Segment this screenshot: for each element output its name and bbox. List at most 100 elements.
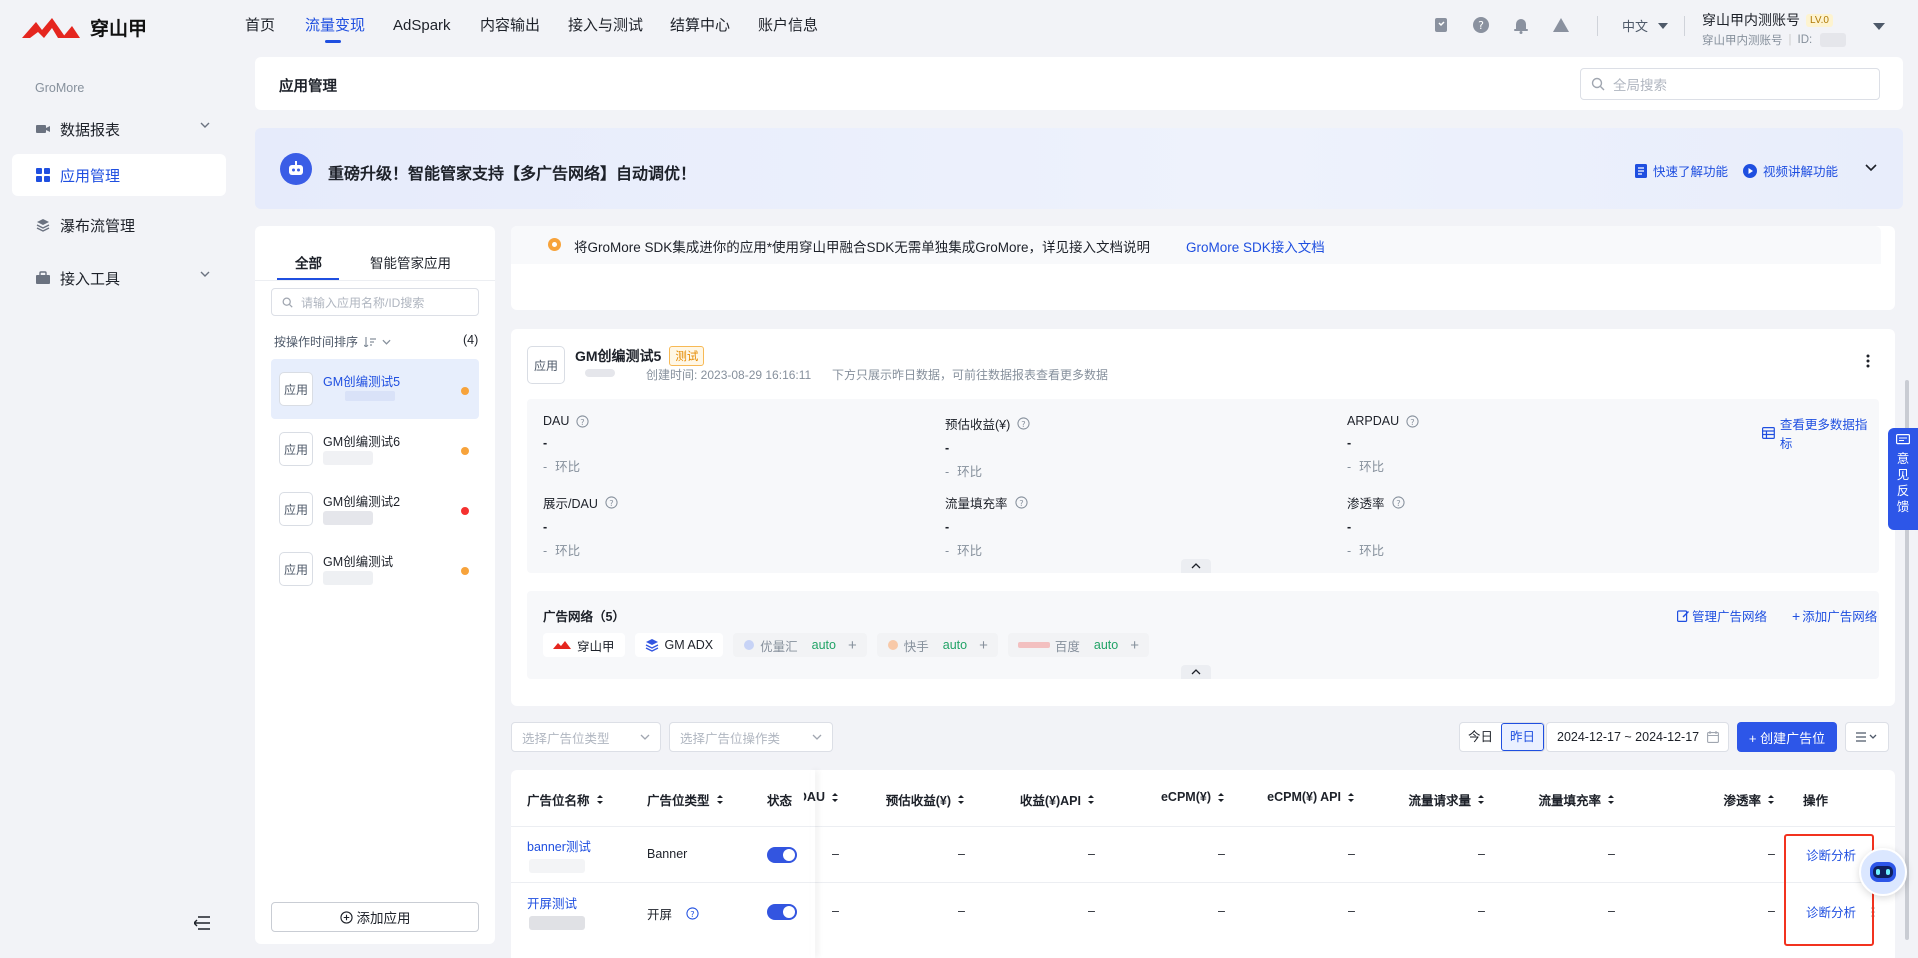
assistant-button[interactable]	[1859, 848, 1907, 896]
help-icon[interactable]: ?	[686, 907, 699, 920]
plus-icon[interactable]: +	[979, 637, 988, 654]
app-search-input[interactable]: 请输入应用名称/ID搜索	[271, 288, 479, 316]
add-network-link[interactable]: + 添加广告网络	[1792, 606, 1877, 625]
col-requests[interactable]: 流量请求量	[1408, 790, 1485, 809]
network-chip-youlianghui[interactable]: 优量汇 auto +	[733, 633, 867, 657]
col-ecpm[interactable]: eCPM(¥)	[1161, 790, 1225, 804]
col-fill-rate[interactable]: 流量填充率	[1538, 790, 1615, 809]
chip-label: 优量汇	[760, 639, 798, 654]
tab-smart-manager[interactable]: 智能管家应用	[370, 252, 451, 272]
video-tutorial-link[interactable]: 视频讲解功能	[1743, 161, 1838, 180]
nav-account-info[interactable]: 账户信息	[758, 0, 818, 52]
status-dot	[461, 507, 469, 515]
status-dot	[461, 567, 469, 575]
col-penetration[interactable]: 渗透率	[1723, 790, 1775, 809]
app-list-item[interactable]: 应用 GM创编测试2	[271, 479, 479, 539]
app-icon: 应用	[527, 346, 565, 384]
tab-all[interactable]: 全部	[295, 252, 322, 272]
network-chip-pangle[interactable]: 穿山甲	[543, 633, 625, 657]
sidebar-item-integration-tools[interactable]: 接入工具	[12, 257, 226, 299]
slot-name-link[interactable]: banner测试	[527, 836, 591, 855]
today-button[interactable]: 今日	[1460, 723, 1501, 751]
col-revenue-api[interactable]: 收益(¥)API	[1020, 790, 1095, 809]
table-cell: –	[1768, 904, 1775, 918]
sidebar-item-label: 应用管理	[60, 167, 121, 185]
manage-networks-link[interactable]: 管理广告网络	[1677, 606, 1767, 625]
help-icon[interactable]: ?	[1391, 496, 1405, 509]
collapse-networks-button[interactable]	[1181, 665, 1211, 679]
nav-home[interactable]: 首页	[245, 0, 275, 52]
global-search-input[interactable]: 全局搜索	[1580, 68, 1880, 100]
sort-icon	[1218, 792, 1224, 802]
app-list-item[interactable]: 应用 GM创编测试6	[271, 419, 479, 479]
metric-label: DAU	[543, 414, 570, 428]
col-slot-name[interactable]: 广告位名称	[527, 790, 604, 809]
more-vertical-icon[interactable]	[1866, 354, 1870, 368]
metric-change-label: 环比	[1359, 460, 1385, 474]
more-metrics-link[interactable]: 查看更多数据指标	[1762, 414, 1879, 452]
help-icon[interactable]: ?	[605, 496, 618, 509]
app-list-item[interactable]: 应用 GM创编测试5	[271, 359, 479, 419]
metric-label: 流量填充率	[945, 497, 1008, 511]
alert-triangle-icon[interactable]	[1552, 16, 1570, 34]
status-toggle[interactable]	[767, 847, 797, 863]
sidebar-item-app-management[interactable]: 应用管理	[12, 154, 226, 196]
nav-content-output[interactable]: 内容输出	[480, 0, 540, 52]
help-icon[interactable]: ?	[576, 414, 589, 428]
bookmark-icon[interactable]	[1432, 16, 1450, 34]
sort-select[interactable]: 按操作时间排序	[274, 333, 391, 350]
help-icon[interactable]: ?	[1472, 16, 1490, 34]
create-ad-slot-button[interactable]: + 创建广告位	[1737, 722, 1837, 752]
account-menu[interactable]: 穿山甲内测账号 LV.0 穿山甲内测账号 | ID:	[1702, 10, 1847, 48]
nav-settlement[interactable]: 结算中心	[670, 0, 730, 52]
network-chip-gmadx[interactable]: GM ADX	[634, 633, 724, 657]
language-select[interactable]: 中文	[1622, 16, 1669, 35]
metric-change-label: 环比	[555, 544, 581, 558]
col-slot-type[interactable]: 广告位类型	[647, 790, 724, 809]
metric-card: DAU? - - 环比	[543, 414, 589, 475]
network-chip-baidu[interactable]: 百度 auto +	[1007, 633, 1150, 657]
date-range-picker[interactable]: 2024-12-17 ~ 2024-12-17	[1546, 722, 1729, 752]
col-action: 操作	[1803, 790, 1828, 809]
quick-learn-link[interactable]: 快速了解功能	[1635, 161, 1728, 180]
chevron-down-icon[interactable]	[1865, 164, 1877, 172]
col-ecpm-api[interactable]: eCPM(¥) API	[1267, 790, 1355, 804]
bell-icon[interactable]	[1512, 16, 1530, 34]
col-est-revenue[interactable]: 预估收益(¥)	[886, 790, 965, 809]
nav-integration-test[interactable]: 接入与测试	[568, 0, 643, 52]
ad-operation-select[interactable]: 选择广告位操作类	[669, 722, 833, 752]
help-icon[interactable]: ?	[1406, 414, 1419, 428]
plus-icon[interactable]: +	[848, 637, 857, 654]
sidebar-item-waterfall[interactable]: 瀑布流管理	[12, 204, 226, 246]
layers-icon	[645, 639, 658, 652]
column-settings-button[interactable]	[1845, 722, 1889, 752]
table-cell: –	[1478, 904, 1485, 918]
app-id-blurred	[585, 369, 615, 377]
sdk-doc-link[interactable]: GroMore SDK接入文档	[1186, 236, 1325, 256]
metric-change: -	[945, 544, 950, 558]
ad-type-select[interactable]: 选择广告位类型	[511, 722, 661, 752]
slot-name-link[interactable]: 开屏测试	[527, 893, 577, 912]
yesterday-button[interactable]: 昨日	[1501, 723, 1545, 751]
app-detail-card: 应用 GM创编测试5 测试 创建时间: 2023-08-29 16:16:11 …	[511, 329, 1895, 706]
play-icon	[1743, 163, 1757, 178]
collapse-metrics-button[interactable]	[1181, 559, 1211, 573]
sidebar-item-data-report[interactable]: 数据报表	[12, 108, 226, 150]
pangle-logo-icon	[553, 641, 571, 649]
caret-down-icon[interactable]	[1873, 23, 1885, 31]
app-list-item[interactable]: 应用 GM创编测试	[271, 539, 479, 599]
app-count: (4)	[463, 333, 479, 347]
help-icon[interactable]: ?	[1014, 496, 1028, 509]
help-icon[interactable]: ?	[1017, 417, 1030, 430]
metric-change: -	[1347, 460, 1352, 474]
feedback-tab[interactable]: 意见反馈	[1888, 428, 1918, 530]
collapse-sidebar-icon[interactable]	[194, 916, 210, 930]
nav-adspark[interactable]: AdSpark	[393, 0, 451, 52]
brand-logo[interactable]: 穿山甲	[22, 14, 147, 41]
add-app-button[interactable]: 添加应用	[271, 902, 479, 932]
plus-icon[interactable]: +	[1130, 637, 1139, 654]
status-toggle[interactable]	[767, 904, 797, 920]
network-chip-kuaishou[interactable]: 快手 auto +	[876, 633, 998, 657]
nav-traffic-monetization[interactable]: 流量变现	[305, 0, 365, 52]
col-dau[interactable]: DAU	[804, 790, 839, 804]
